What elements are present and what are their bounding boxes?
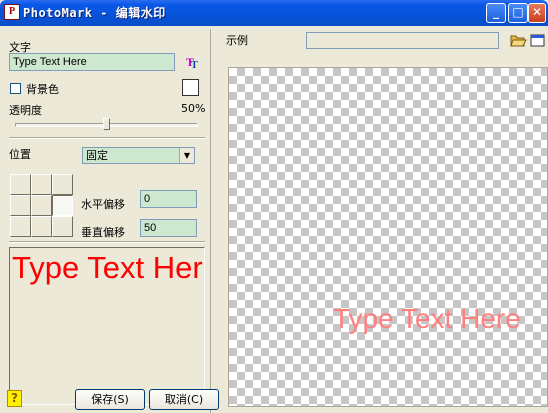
v-offset-label: 垂直偏移 — [81, 226, 125, 239]
watermark-preview-canvas: Type Text Here — [228, 67, 548, 407]
position-grid-cell-selected[interactable] — [52, 195, 73, 216]
folder-open-icon[interactable] — [510, 33, 527, 48]
chevron-down-icon[interactable]: ▼ — [179, 148, 194, 163]
cancel-button[interactable]: 取消(C) — [149, 389, 219, 410]
divider — [9, 241, 205, 243]
svg-text:T: T — [191, 60, 198, 69]
v-offset-input[interactable]: 50 — [140, 219, 197, 237]
position-label: 位置 — [9, 148, 31, 161]
position-select[interactable]: 固定 ▼ — [82, 147, 195, 164]
bg-color-label: 背景色 — [26, 83, 59, 96]
h-offset-label: 水平偏移 — [81, 198, 125, 211]
position-grid-cell[interactable] — [31, 195, 52, 216]
position-grid-cell[interactable] — [10, 216, 31, 237]
preview-panel: 示例 Type Text Here — [212, 29, 548, 413]
opacity-label: 透明度 — [9, 104, 42, 117]
position-grid-cell[interactable] — [52, 174, 73, 195]
example-path-field — [306, 32, 499, 49]
help-icon[interactable]: ? — [7, 390, 22, 407]
text-input[interactable]: Type Text Here — [9, 53, 175, 71]
opacity-slider-thumb[interactable] — [102, 118, 110, 130]
watermark-preview-text: Type Text Here — [333, 303, 521, 334]
position-grid-cell[interactable] — [10, 174, 31, 195]
font-color-icon[interactable]: T T — [186, 55, 200, 71]
app-icon[interactable]: P — [4, 4, 20, 20]
example-label: 示例 — [226, 34, 248, 47]
text-preview-box: Type Text Here — [9, 247, 205, 405]
position-grid-cell[interactable] — [10, 195, 31, 216]
maximize-button[interactable]: □ — [508, 3, 528, 23]
close-button[interactable]: ✕ — [528, 3, 546, 23]
title-bar: P PhotoMark - 编辑水印 _ □ ✕ — [0, 0, 548, 26]
position-select-value: 固定 — [86, 149, 108, 162]
bg-color-swatch[interactable] — [182, 79, 199, 96]
position-grid-cell[interactable] — [31, 216, 52, 237]
position-grid-cell[interactable] — [31, 174, 52, 195]
minimize-button[interactable]: _ — [486, 3, 506, 23]
text-preview: Type Text Here — [12, 250, 205, 285]
opacity-value: 50% — [181, 102, 206, 115]
divider — [9, 137, 205, 139]
bg-color-checkbox[interactable] — [10, 83, 21, 94]
window-title: PhotoMark - 编辑水印 — [23, 6, 166, 20]
h-offset-input[interactable]: 0 — [140, 190, 197, 208]
settings-panel: 文字 Type Text Here T T 背景色 透明度 50% 位置 固定 … — [3, 29, 219, 413]
window-icon[interactable] — [530, 33, 547, 48]
save-button[interactable]: 保存(S) — [75, 389, 145, 410]
position-grid-cell[interactable] — [52, 216, 73, 237]
